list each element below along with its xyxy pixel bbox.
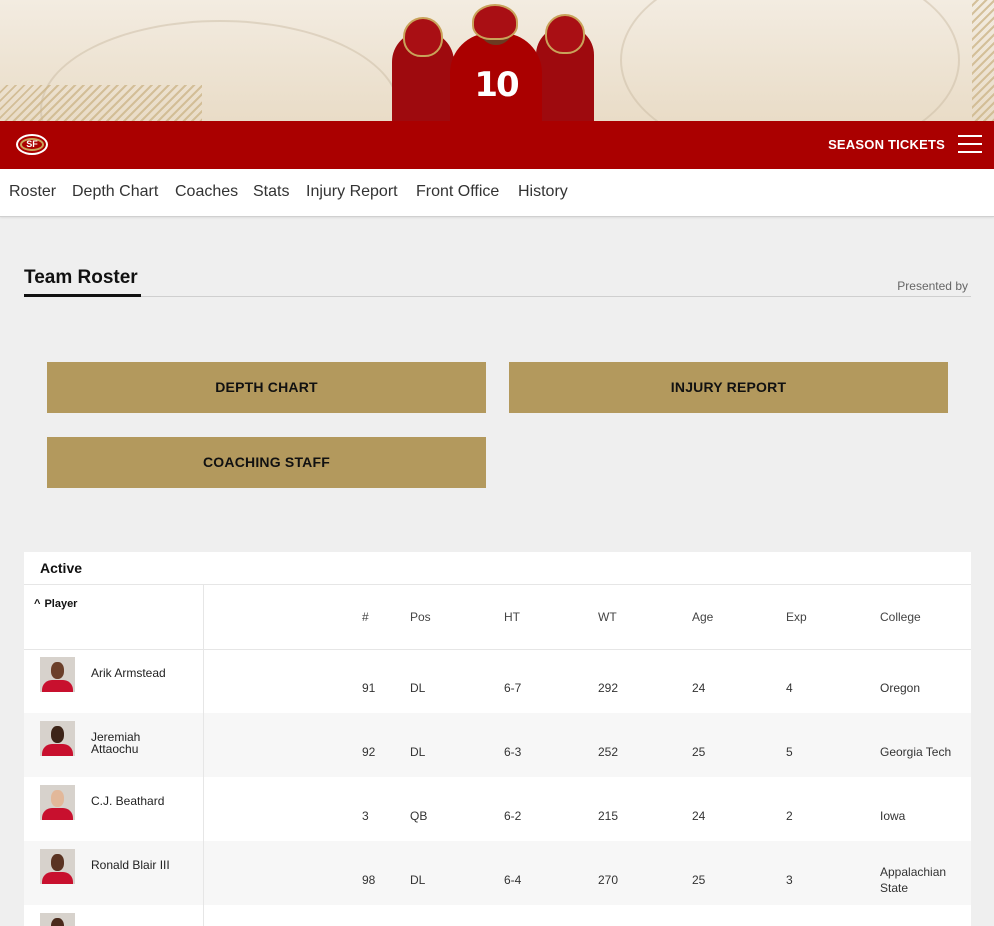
column-header-player[interactable]: ^ Player bbox=[34, 598, 77, 610]
player-height: 6-3 bbox=[504, 745, 522, 759]
table-row[interactable]: Arik Armstead 91 DL 6-7 292 24 4 Oregon bbox=[24, 649, 971, 713]
player-headshot bbox=[40, 849, 75, 884]
player-age: 24 bbox=[692, 809, 706, 823]
column-header-college[interactable]: College bbox=[880, 610, 921, 624]
stadium-arc-decoration bbox=[620, 0, 960, 121]
player-experience: 4 bbox=[786, 681, 793, 695]
player-headshot bbox=[40, 913, 75, 926]
player-height: 6-4 bbox=[504, 873, 522, 887]
title-divider bbox=[24, 296, 971, 297]
player-height: 6-7 bbox=[504, 681, 522, 695]
player-age: 25 bbox=[692, 873, 706, 887]
column-header-ht[interactable]: HT bbox=[504, 610, 520, 624]
injury-report-button[interactable]: INJURY REPORT bbox=[509, 362, 948, 413]
player-weight: 292 bbox=[598, 681, 619, 695]
player-number: 98 bbox=[362, 873, 376, 887]
player-weight: 252 bbox=[598, 745, 619, 759]
player-position: DL bbox=[410, 873, 426, 887]
player-name[interactable]: Jeremiah Attaochu bbox=[91, 731, 181, 755]
player-name[interactable]: C.J. Beathard bbox=[91, 795, 181, 807]
section-heading-active: Active bbox=[40, 560, 83, 576]
subnav-roster[interactable]: Roster bbox=[9, 183, 56, 201]
table-row[interactable]: Ronald Blair III 98 DL 6-4 270 25 3 Appa… bbox=[24, 841, 971, 905]
table-row[interactable]: Jeremiah Attaochu 92 DL 6-3 252 25 5 Geo… bbox=[24, 713, 971, 777]
table-row[interactable] bbox=[24, 905, 971, 926]
subnav-stats[interactable]: Stats bbox=[253, 183, 289, 201]
player-figure: 10 bbox=[450, 11, 542, 121]
coaching-staff-button[interactable]: COACHING STAFF bbox=[47, 437, 486, 488]
subnav-depth-chart[interactable]: Depth Chart bbox=[72, 183, 158, 201]
subnav-injury-report[interactable]: Injury Report bbox=[306, 183, 398, 201]
roster-subnav: Roster Depth Chart Coaches Stats Injury … bbox=[0, 169, 994, 217]
player-college: Appalachian State bbox=[880, 865, 947, 895]
player-experience: 3 bbox=[786, 873, 793, 887]
helmet-icon bbox=[403, 17, 443, 57]
top-navbar: SF SEASON TICKETS bbox=[0, 121, 994, 169]
subnav-coaches[interactable]: Coaches bbox=[175, 183, 238, 201]
player-headshot bbox=[40, 721, 75, 756]
player-position: DL bbox=[410, 681, 426, 695]
player-number: 91 bbox=[362, 681, 376, 695]
sort-ascending-icon: ^ bbox=[34, 598, 41, 610]
player-name[interactable]: Ronald Blair III bbox=[91, 859, 181, 871]
player-number: 3 bbox=[362, 809, 369, 823]
presented-by-label: Presented by bbox=[897, 279, 968, 293]
team-logo-icon[interactable]: SF bbox=[16, 134, 48, 155]
page-title: Team Roster bbox=[24, 267, 138, 288]
player-age: 24 bbox=[692, 681, 706, 695]
player-experience: 2 bbox=[786, 809, 793, 823]
player-college: Georgia Tech bbox=[880, 745, 952, 759]
player-position: DL bbox=[410, 745, 426, 759]
player-college: Iowa bbox=[880, 809, 906, 823]
column-header-pos[interactable]: Pos bbox=[410, 610, 431, 624]
column-header-exp[interactable]: Exp bbox=[786, 610, 807, 624]
player-college: Oregon bbox=[880, 681, 921, 695]
player-figure bbox=[536, 14, 594, 121]
player-number: 92 bbox=[362, 745, 376, 759]
player-experience: 5 bbox=[786, 745, 793, 759]
roster-table: Active ^ Player # Pos HT WT Age Exp Colle… bbox=[24, 552, 971, 926]
player-height: 6-2 bbox=[504, 809, 522, 823]
title-underline bbox=[24, 294, 141, 297]
table-row[interactable]: C.J. Beathard 3 QB 6-2 215 24 2 Iowa bbox=[24, 777, 971, 841]
hamburger-menu-icon[interactable] bbox=[958, 135, 982, 155]
subnav-front-office[interactable]: Front Office bbox=[416, 183, 499, 201]
player-age: 25 bbox=[692, 745, 706, 759]
depth-chart-button[interactable]: DEPTH CHART bbox=[47, 362, 486, 413]
helmet-icon bbox=[472, 4, 518, 40]
player-name[interactable]: Arik Armstead bbox=[91, 667, 181, 679]
hero-banner: 10 bbox=[0, 0, 994, 121]
jersey-number: 10 bbox=[474, 65, 519, 105]
player-weight: 270 bbox=[598, 873, 619, 887]
season-tickets-link[interactable]: SEASON TICKETS bbox=[828, 137, 945, 152]
player-figure bbox=[392, 17, 454, 121]
player-headshot bbox=[40, 657, 75, 692]
stripe-decoration bbox=[0, 85, 202, 121]
column-header-age[interactable]: Age bbox=[692, 610, 713, 624]
table-divider bbox=[24, 584, 971, 585]
column-header-player-label: Player bbox=[44, 598, 78, 610]
column-header-number[interactable]: # bbox=[362, 610, 369, 624]
stripe-decoration bbox=[972, 0, 994, 121]
player-headshot bbox=[40, 785, 75, 820]
hero-players-image: 10 bbox=[388, 0, 598, 121]
column-header-wt[interactable]: WT bbox=[598, 610, 617, 624]
player-weight: 215 bbox=[598, 809, 619, 823]
subnav-history[interactable]: History bbox=[518, 183, 568, 201]
helmet-icon bbox=[545, 14, 585, 54]
player-position: QB bbox=[410, 809, 428, 823]
